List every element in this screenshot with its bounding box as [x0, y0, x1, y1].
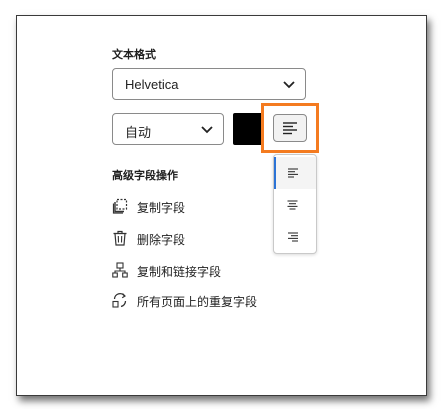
repeat-field-action[interactable]: 所有页面上的重复字段 — [112, 293, 312, 311]
text-color-swatch[interactable] — [233, 113, 263, 145]
chevron-down-icon — [283, 81, 295, 89]
repeat-field-label: 所有页面上的重复字段 — [137, 295, 258, 309]
copy-link-field-label: 复制和链接字段 — [137, 265, 222, 279]
align-menu-right[interactable] — [274, 221, 316, 253]
advanced-actions-title: 高级字段操作 — [112, 169, 178, 182]
font-size-value: 自动 — [125, 125, 152, 140]
text-align-button[interactable] — [273, 114, 307, 142]
text-format-title: 文本格式 — [112, 48, 156, 61]
duplicate-icon — [112, 198, 128, 214]
copy-link-field-action[interactable]: 复制和链接字段 — [112, 262, 282, 281]
trash-icon — [113, 230, 127, 246]
properties-panel: 文本格式 Helvetica 自动 高级字段操作 复制字段 删除字段 复制和链接… — [16, 15, 427, 396]
font-family-select[interactable]: Helvetica — [112, 68, 306, 100]
align-menu-center[interactable] — [274, 189, 316, 221]
align-right-icon — [288, 232, 298, 242]
copy-link-icon — [112, 262, 128, 278]
align-left-icon — [288, 168, 298, 178]
font-size-select[interactable]: 自动 — [112, 113, 224, 145]
delete-field-label: 删除字段 — [137, 233, 186, 247]
duplicate-field-action[interactable]: 复制字段 — [112, 198, 262, 217]
delete-field-action[interactable]: 删除字段 — [112, 230, 262, 249]
font-family-value: Helvetica — [125, 77, 179, 92]
align-center-icon — [287, 200, 298, 210]
align-menu — [273, 154, 317, 254]
repeat-pages-icon — [112, 293, 127, 308]
duplicate-field-label: 复制字段 — [137, 201, 186, 215]
chevron-down-icon — [201, 126, 213, 134]
align-left-icon — [283, 122, 297, 135]
align-menu-left[interactable] — [274, 157, 316, 189]
